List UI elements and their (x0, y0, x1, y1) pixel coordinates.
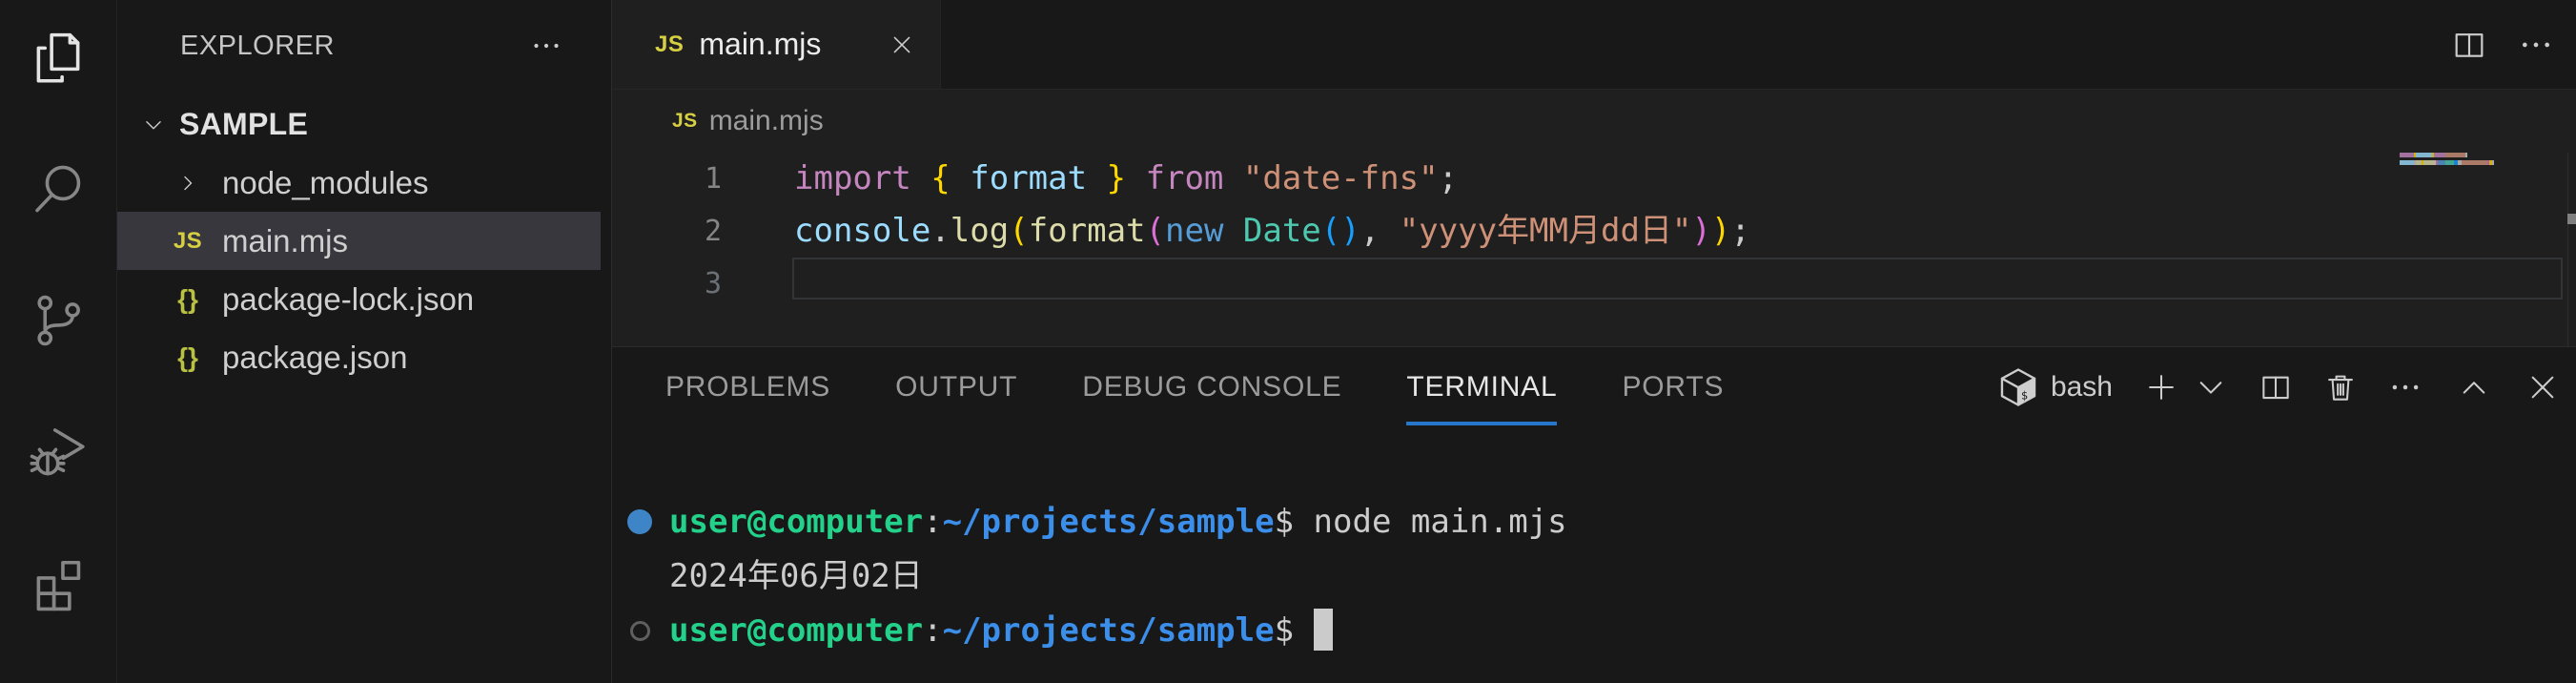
json-badge: {} (172, 342, 204, 373)
terminal-line: user@computer:~/projects/sample$ (612, 604, 2576, 658)
split-editor-icon[interactable] (2450, 26, 2488, 64)
editor-actions (2450, 0, 2576, 89)
tree-item-package.json[interactable]: {} package.json (117, 328, 601, 386)
line-number: 2 (612, 205, 722, 258)
terminal-line: user@computer:~/projects/sample$ node ma… (612, 495, 2576, 549)
tree-item-label: package-lock.json (222, 281, 474, 318)
tree-item-label: node_modules (222, 165, 429, 201)
chevron-right-icon (172, 172, 204, 195)
command-decoration-pending[interactable] (630, 621, 650, 641)
editor-group: JS main.mjs JS main.mjs 1 import { format… (612, 0, 2576, 683)
tree-item-package-lock.json[interactable]: {} package-lock.json (117, 270, 601, 328)
files-icon (27, 26, 90, 89)
terminal-line-text: user@computer:~/projects/sample$ node ma… (669, 503, 1567, 541)
sidebar-header: EXPLORER (117, 0, 611, 92)
tab-bar: JS main.mjs (612, 0, 2576, 90)
ellipsis-icon[interactable] (529, 29, 563, 63)
js-file-icon: JS (672, 110, 698, 133)
terminal[interactable]: user@computer:~/projects/sample$ node ma… (612, 347, 2576, 683)
file-tree: node_modules JS main.mjs {} package-lock.jso… (117, 154, 611, 386)
line-number: 1 (612, 153, 722, 205)
command-decoration-success[interactable] (627, 509, 652, 534)
js-file-icon: JS (655, 31, 684, 58)
vscode-window: EXPLORER SAMPLE node_modules JS main.mjs {}… (0, 0, 2576, 683)
js-badge: JS (172, 228, 204, 255)
tab-main-mjs[interactable]: JS main.mjs (612, 0, 941, 89)
terminal-cursor (1314, 609, 1333, 651)
breadcrumb-label: main.mjs (709, 105, 824, 137)
activity-extensions-icon[interactable] (24, 549, 92, 618)
terminal-line-text: user@computer:~/projects/sample$ (669, 611, 1333, 650)
extensions-icon (27, 552, 90, 615)
chevron-down-icon (141, 113, 166, 137)
code-line-1: 1 import { format } from "date-fns"; (612, 153, 2576, 205)
code-line-3: 3 (612, 258, 2576, 310)
activity-files-icon[interactable] (24, 23, 92, 92)
code-editor[interactable]: 1 import { format } from "date-fns"; 2 cons… (612, 153, 2576, 346)
activity-search-icon[interactable] (24, 155, 92, 223)
line-number: 3 (612, 258, 722, 310)
section-label: SAMPLE (179, 107, 308, 142)
tree-item-label: main.mjs (222, 223, 348, 259)
search-icon (27, 157, 90, 220)
code-line-text: import { format } from "date-fns"; (794, 153, 1458, 205)
code-line-text: console.log(format(new Date(), "yyyy年MM月… (794, 205, 1750, 258)
activity-source-control-icon[interactable] (24, 286, 92, 355)
breadcrumb[interactable]: JS main.mjs (612, 90, 2576, 153)
code-line-2: 2 console.log(format(new Date(), "yyyy年MM… (612, 205, 2576, 258)
source-control-icon (27, 289, 90, 352)
tree-item-node_modules[interactable]: node_modules (117, 154, 601, 212)
section-sample[interactable]: SAMPLE (117, 95, 611, 154)
tab-label: main.mjs (699, 27, 821, 62)
activity-bar (0, 0, 117, 683)
bottom-panel: PROBLEMSOUTPUTDEBUG CONSOLETERMINALPORTS… (612, 346, 2576, 683)
tree-item-label: package.json (222, 340, 407, 376)
tree-item-main.mjs[interactable]: JS main.mjs (117, 212, 601, 270)
terminal-line: 2024年06月02日 (612, 549, 2576, 604)
activity-run-debug-icon[interactable] (24, 418, 92, 486)
more-icon[interactable] (2517, 26, 2555, 64)
sidebar-explorer: EXPLORER SAMPLE node_modules JS main.mjs {}… (117, 0, 612, 683)
close-icon[interactable] (889, 31, 915, 58)
json-badge: {} (172, 284, 204, 315)
run-debug-icon (27, 421, 90, 484)
sidebar-title: EXPLORER (180, 31, 529, 62)
terminal-line-text: 2024年06月02日 (669, 557, 923, 595)
